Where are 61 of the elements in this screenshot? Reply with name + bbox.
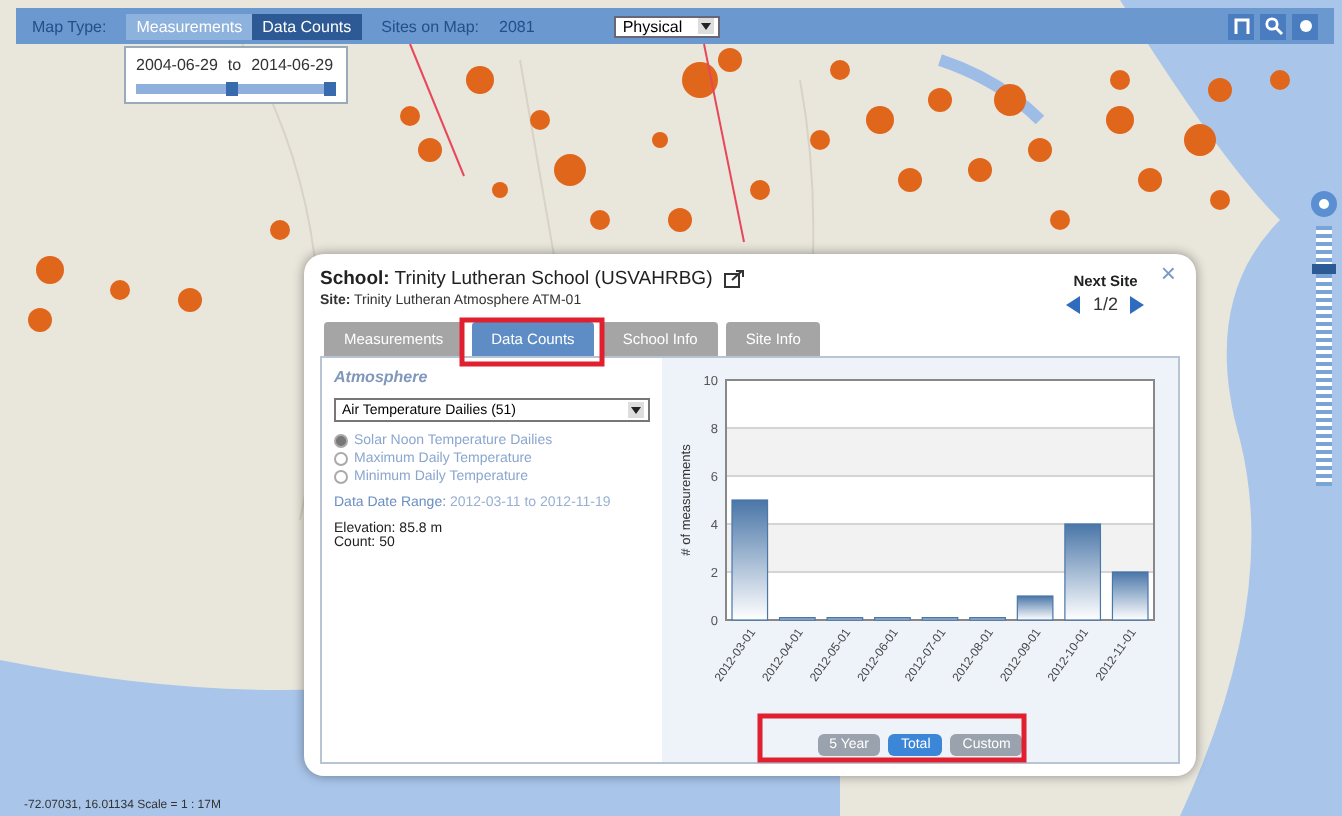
site-marker[interactable]: [110, 280, 130, 300]
external-link-icon[interactable]: [724, 270, 745, 288]
site-marker[interactable]: [682, 62, 718, 98]
site-marker[interactable]: [810, 130, 830, 150]
site-marker[interactable]: [830, 60, 850, 80]
date-range-slider[interactable]: [136, 84, 336, 94]
lake-shape: [938, 54, 1045, 125]
site-marker[interactable]: [1050, 210, 1070, 230]
next-arrow-icon[interactable]: [1128, 295, 1144, 313]
sites-count: 2081: [499, 17, 535, 35]
site-marker[interactable]: [590, 210, 610, 230]
site-marker[interactable]: [270, 220, 290, 240]
sites-label: Sites on Map:: [381, 17, 480, 35]
bar: [731, 499, 769, 621]
end-date: 2014-06-29: [251, 56, 334, 74]
site-marker[interactable]: [1138, 168, 1162, 192]
pan-control-icon[interactable]: [1310, 190, 1338, 218]
site-marker[interactable]: [492, 182, 508, 198]
search-icon[interactable]: [1260, 13, 1286, 39]
bar: [1064, 523, 1102, 621]
map-type-button[interactable]: Data Counts: [252, 13, 362, 39]
map-type-label: Map Type:: [32, 17, 107, 35]
site-marker[interactable]: [1110, 70, 1130, 90]
site-marker[interactable]: [1184, 124, 1216, 156]
site-marker[interactable]: [400, 106, 420, 126]
site-marker[interactable]: [466, 66, 494, 94]
bar: [1016, 595, 1054, 621]
site-marker[interactable]: [994, 84, 1026, 116]
site-marker[interactable]: [1208, 78, 1232, 102]
previous-arrow-icon[interactable]: [1066, 295, 1083, 313]
site-marker[interactable]: [1106, 106, 1134, 134]
site-marker[interactable]: [652, 132, 668, 148]
site-marker[interactable]: [968, 158, 992, 182]
caret-icon: [698, 18, 715, 34]
school-title: School: Trinity Lutheran School (USVAHRBG): [320, 268, 713, 290]
layer-dropdown[interactable]: Physical: [614, 15, 721, 37]
site-marker[interactable]: [1028, 138, 1052, 162]
site-marker[interactable]: [554, 154, 586, 186]
site-marker[interactable]: [530, 110, 550, 130]
section-heading: Atmosphere: [334, 368, 430, 386]
site-marker[interactable]: [1270, 70, 1290, 90]
site-page-counter: 1/2: [1092, 294, 1118, 314]
zoom-slider[interactable]: [1316, 226, 1332, 486]
site-marker[interactable]: [898, 168, 922, 192]
site-marker[interactable]: [178, 288, 202, 312]
bar: [1111, 571, 1149, 621]
site-marker[interactable]: [28, 308, 52, 332]
site-marker[interactable]: [668, 208, 692, 232]
site-marker[interactable]: [866, 106, 894, 134]
site-marker[interactable]: [36, 256, 64, 284]
site-marker[interactable]: [1210, 190, 1230, 210]
map-type-button[interactable]: Measurements: [126, 13, 253, 39]
site-marker[interactable]: [418, 138, 442, 162]
caret-icon: [628, 402, 644, 418]
annotation-line: [409, 43, 465, 177]
to-label: to: [227, 56, 242, 74]
site-marker[interactable]: [928, 88, 952, 112]
close-button[interactable]: ×: [1160, 260, 1176, 286]
start-date: 2004-06-29: [136, 56, 218, 74]
site-marker[interactable]: [750, 180, 770, 200]
site-marker[interactable]: [718, 48, 742, 72]
